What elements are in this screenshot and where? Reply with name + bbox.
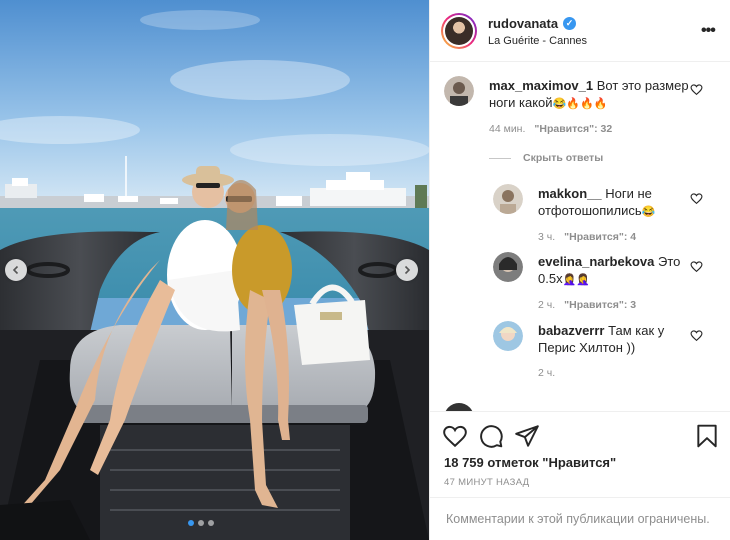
comment-like-icon[interactable] xyxy=(690,329,703,342)
hide-replies-label: Скрыть ответы xyxy=(523,152,604,164)
bookmark-icon[interactable] xyxy=(694,423,720,449)
carousel-dot xyxy=(208,520,214,526)
carousel-dot xyxy=(188,520,194,526)
comment-like-icon[interactable] xyxy=(690,83,703,96)
comment-meta: 2 ч. xyxy=(538,367,555,379)
commenter-avatar[interactable] xyxy=(444,403,474,411)
share-icon[interactable] xyxy=(514,423,540,449)
chevron-right-icon xyxy=(404,265,411,275)
comment-time[interactable]: 3 ч. xyxy=(538,231,555,243)
comment-like-icon[interactable] xyxy=(690,260,703,273)
commenter-avatar[interactable] xyxy=(493,321,523,351)
post-side-panel: rudovanata ✓ La Guérite - Cannes ••• max… xyxy=(429,0,730,540)
post-timestamp[interactable]: 47 МИНУТ НАЗАД xyxy=(444,477,529,488)
carousel-dot xyxy=(198,520,204,526)
comment-username[interactable]: max_maximov_1 xyxy=(489,78,593,93)
comment-likes[interactable]: "Нравится": 4 xyxy=(564,231,636,243)
verified-badge-icon: ✓ xyxy=(563,17,577,30)
post-actions: 18 759 отметок "Нравится" 47 МИНУТ НАЗАД… xyxy=(430,411,730,540)
more-options-icon[interactable]: ••• xyxy=(701,22,716,40)
reply: evelina_narbekova Это 0.5х🤦‍♀️🤦‍♀️ xyxy=(538,253,688,289)
post-header: rudovanata ✓ La Guérite - Cannes ••• xyxy=(430,0,730,62)
carousel-indicator xyxy=(188,520,214,526)
comment-meta: 44 мин. "Нравится": 32 xyxy=(489,123,612,135)
commenter-avatar[interactable] xyxy=(493,184,523,214)
author-avatar[interactable] xyxy=(441,13,477,49)
commenter-avatar[interactable] xyxy=(444,76,474,106)
comment-username[interactable]: babazverrr xyxy=(538,323,604,338)
hide-replies-button[interactable]: Скрыть ответы xyxy=(489,152,603,164)
comment-time[interactable]: 44 мин. xyxy=(489,123,525,135)
comments-limited-notice: Комментарии к этой публикации ограничены… xyxy=(430,497,730,540)
commenter-avatar[interactable] xyxy=(493,252,523,282)
comment-emojis: 😂🔥🔥🔥 xyxy=(552,98,608,110)
comment-username[interactable]: evelina_narbekova xyxy=(538,254,654,269)
heart-icon[interactable] xyxy=(442,423,468,449)
comment: max_maximov_1 Вот это размер ноги какой😂… xyxy=(489,77,689,113)
comment-likes[interactable]: "Нравится": 32 xyxy=(534,123,612,135)
comment-icon[interactable] xyxy=(478,423,504,449)
author-username[interactable]: rudovanata xyxy=(488,16,558,31)
comment-likes[interactable]: "Нравится": 3 xyxy=(564,299,636,311)
comment-time[interactable]: 2 ч. xyxy=(538,367,555,379)
comment-emojis: 😂 xyxy=(641,206,656,218)
comment-username[interactable]: makkon__ xyxy=(538,186,602,201)
comments-list: max_maximov_1 Вот это размер ноги какой😂… xyxy=(430,63,730,411)
comment-time[interactable]: 2 ч. xyxy=(538,299,555,311)
chevron-left-icon xyxy=(12,265,19,275)
author-name-row: rudovanata ✓ xyxy=(488,16,577,31)
reply: makkon__ Ноги не отфотошопились😂 xyxy=(538,185,688,221)
comment-emojis: 🤦‍♀️🤦‍♀️ xyxy=(562,274,590,286)
likes-count[interactable]: 18 759 отметок "Нравится" xyxy=(444,455,616,470)
post-photo[interactable] xyxy=(0,0,429,540)
reply: babazverrr Там как у Перис Хилтон )) xyxy=(538,322,688,356)
comment-meta: 3 ч. "Нравится": 4 xyxy=(538,231,636,243)
comment-like-icon[interactable] xyxy=(690,192,703,205)
next-photo-button[interactable] xyxy=(396,259,418,281)
photo-image xyxy=(0,0,429,540)
post-location[interactable]: La Guérite - Cannes xyxy=(488,35,587,47)
previous-photo-button[interactable] xyxy=(5,259,27,281)
comment-meta: 2 ч. "Нравится": 3 xyxy=(538,299,636,311)
